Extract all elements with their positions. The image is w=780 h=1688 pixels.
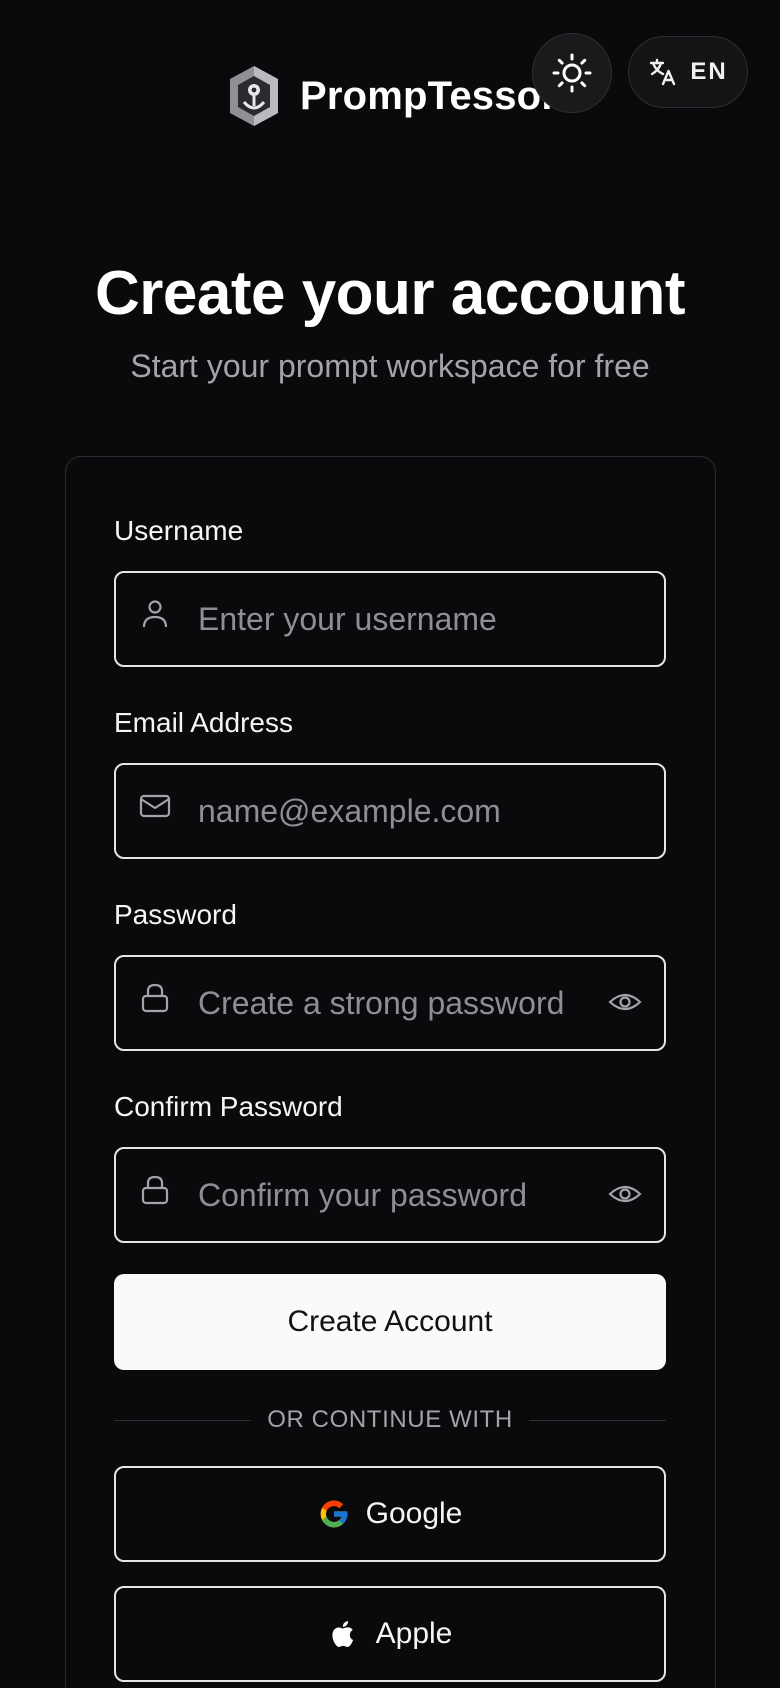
theme-toggle-button[interactable]: [532, 33, 612, 113]
eye-icon[interactable]: [608, 985, 642, 1019]
password-input[interactable]: [196, 957, 596, 1049]
divider-line: [114, 1419, 252, 1421]
username-input[interactable]: [196, 573, 596, 665]
divider-line: [528, 1419, 666, 1421]
mail-icon: [139, 794, 171, 818]
email-label: Email Address: [114, 707, 293, 738]
google-button-label: Google: [365, 1497, 463, 1530]
username-field[interactable]: [114, 571, 666, 667]
email-input[interactable]: [196, 765, 596, 857]
confirm-password-input[interactable]: [196, 1149, 596, 1241]
social-divider: OR CONTINUE WITH: [114, 1400, 666, 1440]
signup-page: PrompTessor EN Create your account Start: [0, 0, 780, 1688]
confirm-password-field[interactable]: [114, 1147, 666, 1243]
email-field[interactable]: [114, 763, 666, 859]
confirm-password-label: Confirm Password: [114, 1091, 343, 1122]
user-icon: [142, 600, 168, 628]
create-account-button[interactable]: Create Account: [114, 1274, 666, 1370]
google-icon: [320, 1500, 347, 1528]
lock-icon: [141, 983, 169, 1013]
password-field[interactable]: [114, 955, 666, 1051]
username-label: Username: [114, 515, 244, 546]
apple-icon: [332, 1621, 353, 1647]
sun-icon: [552, 53, 592, 93]
page-title: Create your account: [94, 259, 686, 328]
language-label: EN: [690, 58, 728, 85]
page-subtitle: Start your prompt workspace for free: [130, 348, 650, 384]
password-label: Password: [114, 899, 237, 930]
lock-icon: [141, 1175, 169, 1205]
divider-text: OR CONTINUE WITH: [267, 1406, 513, 1433]
robot-shield-logo-icon: [230, 66, 278, 126]
apple-button-label: Apple: [375, 1617, 453, 1650]
brand-name: PrompTessor: [300, 73, 558, 118]
google-signin-button[interactable]: Google: [114, 1466, 666, 1562]
apple-signin-button[interactable]: Apple: [114, 1586, 666, 1682]
brand[interactable]: PrompTessor: [226, 64, 557, 128]
eye-icon[interactable]: [608, 1177, 642, 1211]
translate-icon: [650, 58, 676, 86]
language-switcher-button[interactable]: EN: [628, 36, 748, 108]
